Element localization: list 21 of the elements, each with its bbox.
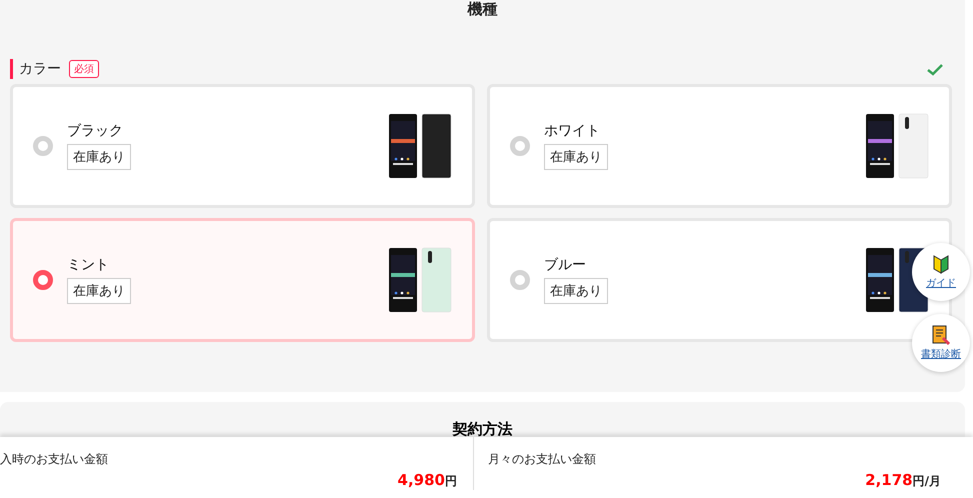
section-title: 機種 [466, 0, 498, 20]
color-name: ブラック [67, 122, 124, 140]
color-name: ミント [67, 256, 110, 274]
color-name: ブルー [544, 256, 587, 274]
radio-button[interactable] [33, 270, 53, 290]
color-name: ホワイト [544, 122, 601, 140]
color-option-card[interactable]: ミント 在庫あり [10, 218, 475, 342]
required-badge: 必須 [69, 60, 99, 78]
beginner-mark-icon [933, 254, 949, 274]
payment-amount: 4,980 [398, 471, 445, 489]
stock-label: 在庫あり [67, 144, 131, 170]
color-option-card[interactable]: ホワイト 在庫あり [487, 84, 952, 208]
stock-label: 在庫あり [544, 278, 608, 304]
payment-amount: 2,178 [865, 471, 913, 489]
stock-label: 在庫あり [67, 278, 131, 304]
color-option-card[interactable]: ブラック 在庫あり [10, 84, 475, 208]
document-pen-icon [932, 325, 950, 345]
stock-label: 在庫あり [544, 144, 608, 170]
currency-unit: 円 [445, 474, 457, 488]
currency-unit: 円/月 [912, 474, 941, 488]
group-label: カラー [10, 59, 61, 79]
